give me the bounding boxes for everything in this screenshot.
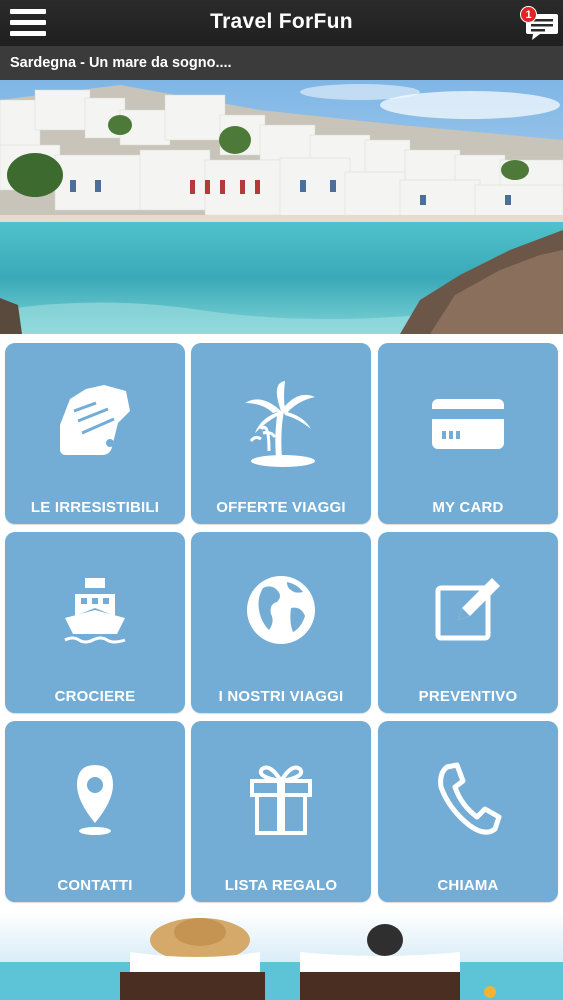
palm-island-icon — [245, 381, 315, 467]
tile-contatti[interactable]: CONTATTI — [5, 721, 185, 902]
tile-label: CROCIERE — [54, 688, 136, 705]
beach-illustration — [0, 912, 563, 1000]
tile-crociere[interactable]: CROCIERE — [5, 532, 185, 713]
tile-label: CHIAMA — [437, 877, 499, 894]
tile-lista-regalo[interactable]: LISTA REGALO — [191, 721, 371, 902]
hero-illustration — [0, 80, 563, 334]
tile-my-card[interactable]: MY CARD — [378, 343, 558, 524]
edit-icon — [435, 578, 500, 641]
notification-badge: 1 — [520, 6, 537, 23]
tile-label: I NOSTRI VIAGGI — [218, 688, 344, 705]
tile-preventivo[interactable]: PREVENTIVO — [378, 532, 558, 713]
gift-icon — [250, 765, 312, 835]
tile-label: CONTATTI — [57, 877, 133, 894]
app-header: Travel ForFun 1 — [0, 0, 563, 46]
phone-icon — [438, 762, 502, 835]
location-pin-icon — [77, 765, 113, 835]
tile-label: OFFERTE VIAGGI — [216, 499, 346, 516]
ship-icon — [64, 578, 126, 644]
globe-icon — [247, 576, 315, 644]
tile-label: PREVENTIVO — [418, 688, 518, 705]
messages-button[interactable]: 1 — [520, 6, 560, 42]
tile-i-nostri-viaggi[interactable]: I NOSTRI VIAGGI — [191, 532, 371, 713]
bottom-banner-image — [0, 912, 563, 1000]
ticker-text: Sardegna - Un mare da sogno.... — [10, 55, 232, 71]
news-ticker[interactable]: Sardegna - Un mare da sogno.... — [0, 46, 563, 80]
tile-le-irresistibili[interactable]: LE IRRESISTIBILI — [5, 343, 185, 524]
app-title: Travel ForFun — [210, 10, 353, 33]
tile-chiama[interactable]: CHIAMA — [378, 721, 558, 902]
tile-offerte-viaggi[interactable]: OFFERTE VIAGGI — [191, 343, 371, 524]
credit-card-icon — [432, 399, 504, 449]
tile-label: MY CARD — [432, 499, 504, 516]
fan-swatch-icon — [60, 385, 130, 455]
hero-banner-image — [0, 80, 563, 334]
tile-label: LE IRRESISTIBILI — [30, 499, 160, 516]
tile-label: LISTA REGALO — [224, 877, 338, 894]
